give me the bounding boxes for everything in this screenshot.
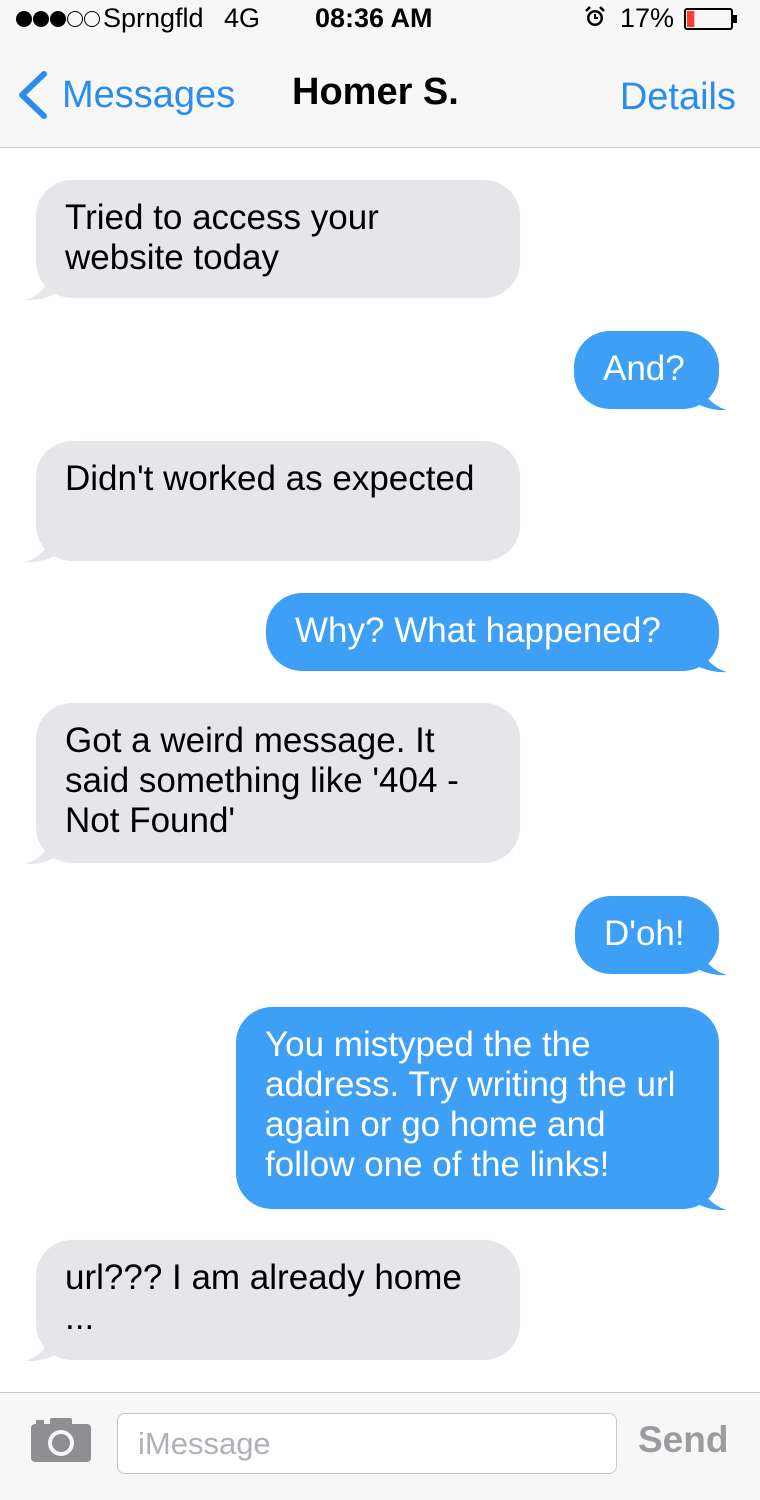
status-bar: Sprngfld 4G 08:36 AM 17% bbox=[0, 0, 760, 40]
chevron-left-icon bbox=[19, 71, 47, 119]
battery-percent: 17% bbox=[620, 3, 675, 33]
conversation-title: Homer S. bbox=[292, 71, 459, 113]
navigation-bar: Messages Homer S. Details bbox=[0, 40, 760, 148]
battery-icon bbox=[684, 8, 737, 30]
incoming-message: Didn't worked as expected bbox=[36, 441, 520, 561]
incoming-message: Tried to access your website today bbox=[36, 180, 520, 298]
bubble-tail bbox=[25, 1332, 62, 1362]
incoming-message: url??? I am already home ... bbox=[36, 1240, 520, 1360]
incoming-message: Got a weird message. It said something l… bbox=[36, 703, 520, 863]
status-time: 08:36 AM bbox=[315, 3, 433, 33]
message-composer: Send bbox=[0, 1392, 760, 1500]
messages-screen: Sprngfld 4G 08:36 AM 17% Messages Homer … bbox=[0, 0, 760, 1500]
bubble-tail bbox=[25, 271, 62, 301]
bubble-tail bbox=[690, 1181, 727, 1211]
camera-icon[interactable] bbox=[30, 1415, 92, 1463]
imessage-input[interactable] bbox=[117, 1413, 617, 1474]
alarm-clock-icon bbox=[585, 6, 605, 26]
bubble-tail bbox=[690, 946, 727, 976]
carrier-name: Sprngfld bbox=[103, 3, 204, 33]
send-button[interactable]: Send bbox=[638, 1419, 728, 1461]
bubble-tail bbox=[25, 533, 62, 563]
signal-strength-icon bbox=[16, 11, 101, 29]
bubble-tail bbox=[690, 381, 727, 411]
bubble-tail bbox=[690, 643, 727, 673]
back-button[interactable]: Messages bbox=[16, 70, 235, 120]
network-type: 4G bbox=[224, 3, 261, 33]
outgoing-message: Why? What happened? bbox=[266, 593, 719, 671]
bubble-tail bbox=[25, 835, 62, 865]
back-button-label: Messages bbox=[62, 73, 236, 116]
outgoing-message: You mistyped the the address. Try writin… bbox=[236, 1007, 719, 1209]
details-button[interactable]: Details bbox=[620, 76, 736, 119]
